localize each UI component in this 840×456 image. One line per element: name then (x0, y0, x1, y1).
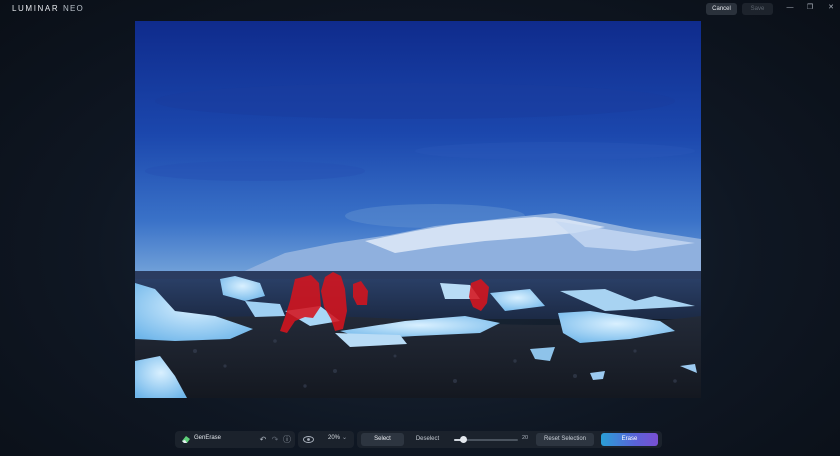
slider-handle[interactable] (460, 436, 468, 443)
close-icon[interactable]: ✕ (824, 2, 838, 14)
title-bar: LUMINAR NEO Cancel Save — ❐ ✕ (0, 0, 840, 18)
view-panel: 20% ⌄ (298, 431, 354, 448)
minimize-icon[interactable]: — (783, 2, 797, 14)
undo-icon[interactable]: ↶ (258, 434, 268, 445)
eye-icon[interactable] (303, 435, 314, 444)
zoom-dropdown[interactable]: 20% (328, 435, 340, 441)
erase-button[interactable]: Erase (601, 433, 658, 446)
info-icon[interactable]: ⓘ (282, 434, 292, 445)
selection-panel: Select Deselect 20 Reset Selection Erase (357, 431, 662, 448)
tool-name: GenErase (194, 435, 222, 441)
photo-canvas[interactable] (135, 21, 701, 398)
reset-selection-button[interactable]: Reset Selection (536, 433, 594, 446)
restore-icon[interactable]: ❐ (803, 2, 817, 14)
save-button[interactable]: Save (742, 3, 773, 15)
redo-icon[interactable]: ↷ (270, 434, 280, 445)
logo-sub: NEO (63, 4, 84, 13)
brush-size-value: 20 (522, 435, 529, 441)
tool-panel: GenErase ↶ ↷ ⓘ (175, 431, 295, 448)
select-button[interactable]: Select (361, 433, 404, 446)
cancel-button[interactable]: Cancel (706, 3, 737, 15)
app-logo: LUMINAR NEO (12, 4, 84, 13)
chevron-down-icon[interactable]: ⌄ (342, 434, 347, 441)
logo-main: LUMINAR (12, 4, 60, 13)
eraser-icon (182, 436, 190, 443)
deselect-button[interactable]: Deselect (406, 433, 449, 446)
photo-image (135, 21, 701, 398)
